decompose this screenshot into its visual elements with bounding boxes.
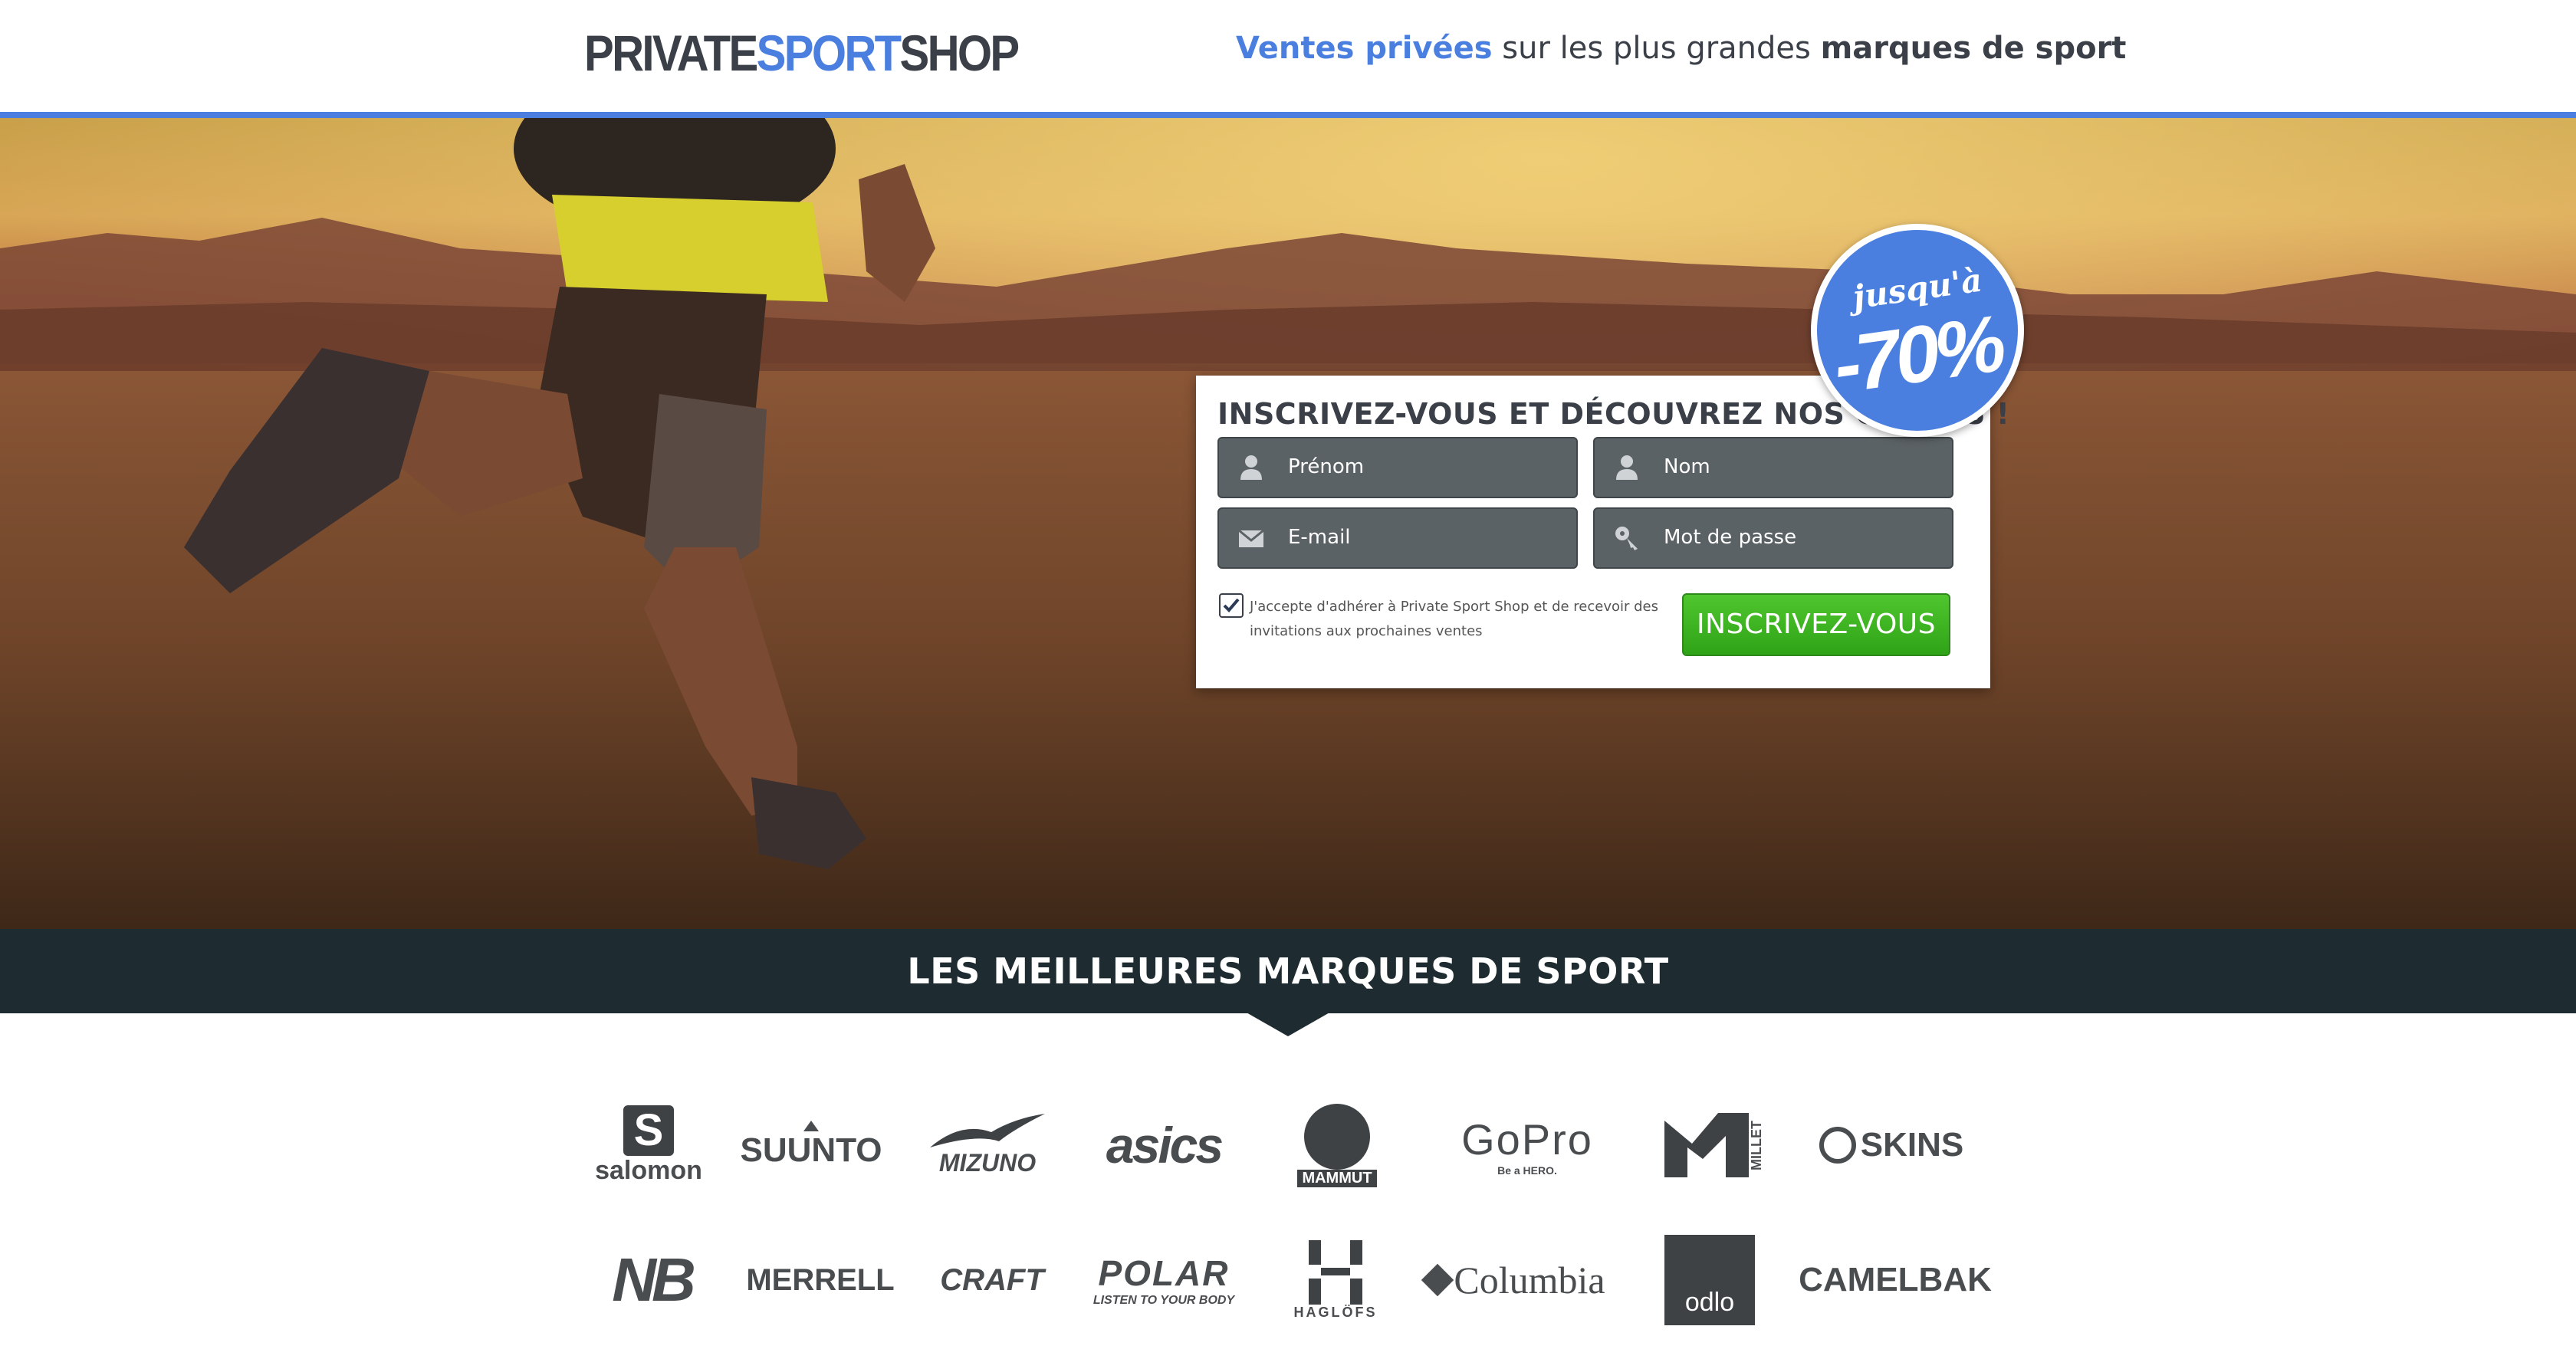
header-accent-line [0,112,2576,118]
brand-logo-suunto[interactable]: SUUNTO [740,1099,882,1191]
brands-section-header: LES MEILLEURES MARQUES DE SPORT [0,929,2576,1013]
brand-logo-camelbak[interactable]: CAMELBAK [1799,1234,1992,1326]
tagline-middle: sur les plus grandes [1492,31,1821,66]
brand-name: CRAFT [940,1262,1044,1297]
brand-logo-asics[interactable]: asics [1095,1099,1233,1191]
email-placeholder: E-mail [1288,526,1351,549]
password-field[interactable]: Mot de passe [1593,507,1953,569]
brand-name: odlo [1684,1288,1735,1317]
brand-name: MILLET [1748,1120,1764,1170]
logo-text-sport: SPORT [756,25,902,81]
brand-logo-craft[interactable]: CRAFT [923,1234,1061,1326]
brand-name: salomon [595,1155,702,1185]
tagline-highlight: Ventes privées [1236,31,1493,66]
consent-text: J'accepte d'adhérer à Private Sport Shop… [1250,599,1659,639]
skins-circle-icon [1819,1127,1856,1164]
site-logo[interactable]: PRIVATESPORTSHOP [584,25,1020,81]
polar-tagline: LISTEN TO YOUR BODY [1092,1294,1235,1307]
logo-text-private: PRIVATE [584,25,758,81]
checkmark-icon [1223,598,1240,612]
brands-section-title: LES MEILLEURES MARQUES DE SPORT [907,950,1669,992]
brand-name: NB [612,1246,696,1314]
odlo-square-icon: odlo [1664,1235,1755,1325]
brand-logo-merrell[interactable]: MERRELL [736,1234,905,1326]
header-tagline: Ventes privées sur les plus grandes marq… [1236,31,2126,66]
brand-logo-mizuno[interactable]: MIZUNO [918,1099,1056,1191]
firstname-field[interactable]: Prénom [1217,437,1578,498]
brand-logo-polar[interactable]: POLAR LISTEN TO YOUR BODY [1087,1234,1240,1326]
logo-text-shop: SHOP [899,25,1020,81]
suunto-triangle-icon [803,1121,819,1131]
brand-name: MAMMUT [1297,1169,1377,1187]
brand-logo-new-balance[interactable]: NB [583,1234,721,1326]
mizuno-runbird-icon [930,1113,1045,1147]
salomon-s-icon: S [623,1105,674,1156]
brand-name: HAGLÖFS [1293,1304,1378,1320]
discount-badge: jusqu'à -70% [1811,224,2024,437]
site-header: PRIVATESPORTSHOP Ventes privées sur les … [0,0,2576,113]
brand-logo-gopro[interactable]: GoPro Be a HERO. [1443,1099,1612,1191]
email-field[interactable]: E-mail [1217,507,1578,569]
key-icon [1615,527,1638,550]
firstname-placeholder: Prénom [1288,455,1365,478]
consent-checkbox[interactable] [1219,593,1244,618]
brand-name: Columbia [1454,1259,1605,1302]
tagline-bold: marques de sport [1820,31,2127,66]
brand-name: MERRELL [746,1262,895,1297]
envelope-icon [1238,529,1264,547]
user-icon [1616,455,1638,480]
signup-submit-button[interactable]: INSCRIVEZ-VOUS [1682,593,1950,656]
user-icon [1240,455,1262,480]
brand-name: MIZUNO [938,1148,1037,1177]
band-arrow [1245,1012,1331,1036]
columbia-diamond-icon [1421,1263,1454,1297]
brand-name: SUUNTO [740,1131,882,1169]
brand-logo-haglofs[interactable]: HAGLÖFS [1267,1234,1405,1326]
lastname-field[interactable]: Nom [1593,437,1953,498]
brand-logo-skins[interactable]: SKINS [1811,1099,1972,1191]
lastname-placeholder: Nom [1664,455,1710,478]
gopro-tagline: Be a HERO. [1497,1164,1557,1177]
brand-name: CAMELBAK [1799,1261,1992,1298]
password-placeholder: Mot de passe [1664,526,1797,549]
millet-m-icon [1664,1113,1749,1177]
brand-name: POLAR [1098,1253,1230,1293]
brand-logo-odlo[interactable]: odlo [1641,1234,1779,1326]
brand-logo-mammut[interactable]: MAMMUT [1268,1099,1406,1191]
brand-logo-millet[interactable]: MILLET [1645,1099,1783,1191]
mammoth-icon [1304,1103,1370,1170]
brand-name: SKINS [1860,1126,1964,1164]
brand-logo-salomon[interactable]: S salomon [580,1099,718,1191]
brand-logo-columbia[interactable]: Columbia [1420,1234,1612,1326]
haglofs-h-icon [1309,1239,1362,1305]
brand-name: GoPro [1461,1114,1593,1164]
brand-name: asics [1106,1117,1224,1174]
